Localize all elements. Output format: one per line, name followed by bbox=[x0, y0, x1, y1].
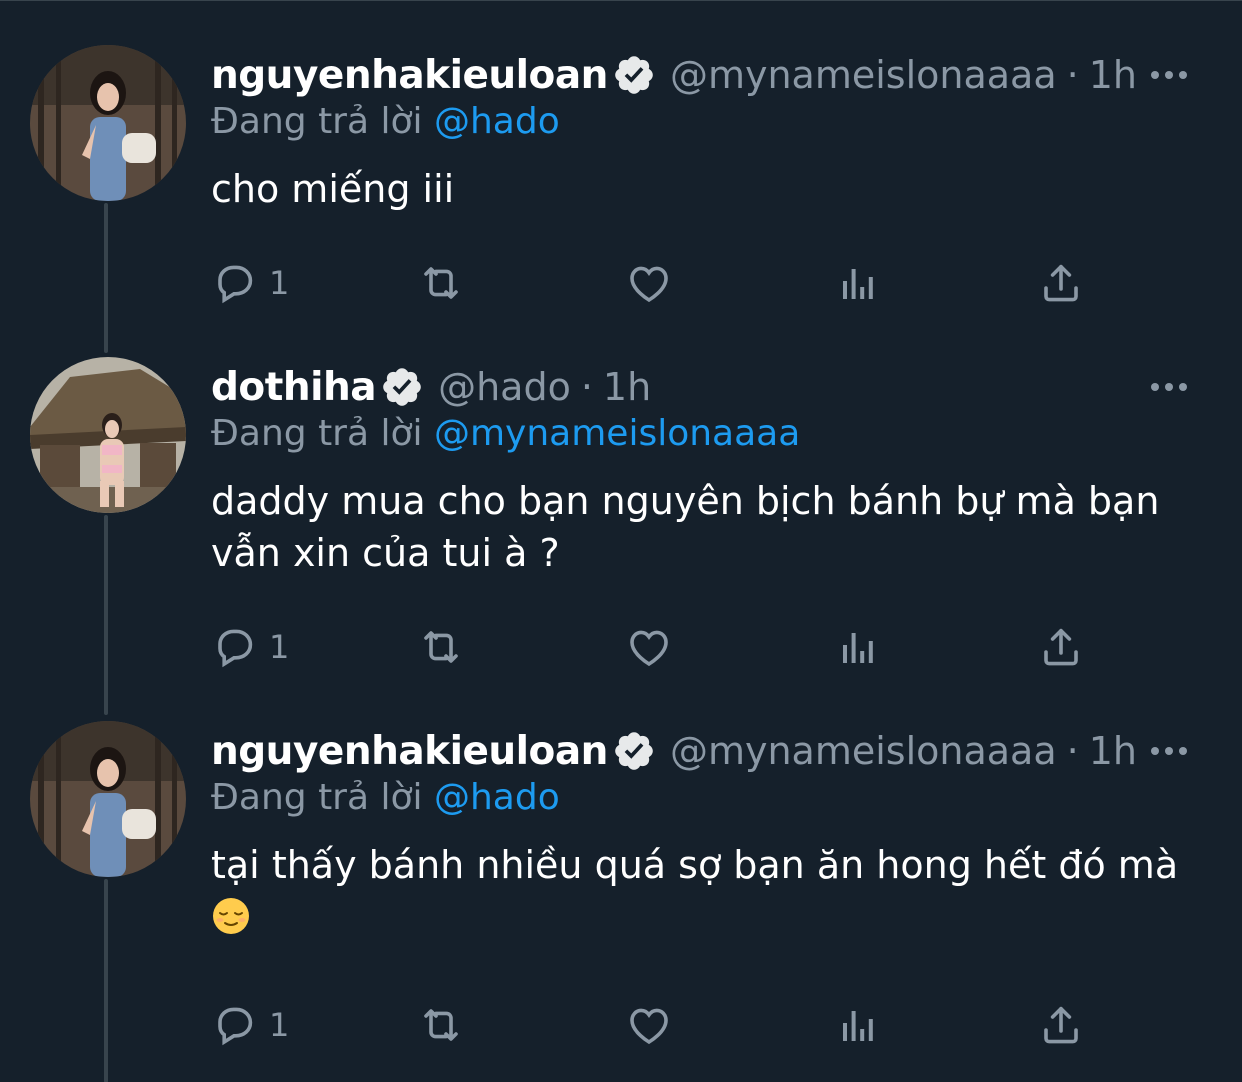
avatar[interactable] bbox=[30, 721, 186, 877]
retweet-icon bbox=[417, 623, 465, 671]
tweet-body: dothiha @hado · 1h Đang trả lời @mynamei… bbox=[211, 355, 1211, 579]
retweet-icon bbox=[417, 259, 465, 307]
reply-count: 1 bbox=[269, 264, 290, 302]
views-icon bbox=[833, 259, 881, 307]
retweet-button[interactable] bbox=[417, 617, 465, 677]
more-icon[interactable] bbox=[1147, 733, 1191, 769]
like-button[interactable] bbox=[625, 617, 673, 677]
display-name[interactable]: nguyenhakieuloan bbox=[211, 729, 608, 774]
user-handle[interactable]: @mynameislonaaaa bbox=[670, 729, 1057, 773]
share-icon bbox=[1037, 623, 1085, 671]
reply-icon bbox=[211, 1001, 259, 1049]
tweet-text: daddy mua cho bạn nguyên bịch bánh bự mà… bbox=[211, 475, 1211, 579]
more-icon[interactable] bbox=[1147, 369, 1191, 405]
tweet-actions: 1 bbox=[211, 617, 1091, 677]
tweet-text-line: cho miếng iii bbox=[211, 167, 455, 211]
retweet-button[interactable] bbox=[417, 995, 465, 1055]
views-icon bbox=[833, 1001, 881, 1049]
views-button[interactable] bbox=[833, 617, 881, 677]
reply-button[interactable]: 1 bbox=[211, 995, 289, 1055]
replying-to-label: Đang trả lời bbox=[211, 101, 423, 142]
thread-connector-line bbox=[104, 515, 108, 715]
tweet-body: nguyenhakieuloan @mynameislonaaaa · 1h Đ… bbox=[211, 719, 1211, 943]
timestamp[interactable]: 1h bbox=[1089, 729, 1137, 773]
thread-connector-line bbox=[104, 879, 108, 1082]
like-icon bbox=[625, 623, 673, 671]
tweet-text: tại thấy bánh nhiều quá sợ bạn ăn hong h… bbox=[211, 839, 1211, 943]
reply-button[interactable]: 1 bbox=[211, 617, 289, 677]
share-button[interactable] bbox=[1037, 617, 1085, 677]
like-button[interactable] bbox=[625, 995, 673, 1055]
share-icon bbox=[1037, 1001, 1085, 1049]
views-icon bbox=[833, 623, 881, 671]
share-button[interactable] bbox=[1037, 995, 1085, 1055]
tweet-body: nguyenhakieuloan @mynameislonaaaa · 1h Đ… bbox=[211, 43, 1211, 215]
tweet-actions: 1 bbox=[211, 995, 1091, 1055]
tweet-actions: 1 bbox=[211, 253, 1091, 313]
separator-dot: · bbox=[1066, 729, 1079, 773]
user-handle[interactable]: @mynameislonaaaa bbox=[670, 53, 1057, 97]
replying-to-link[interactable]: @hado bbox=[434, 777, 560, 818]
views-button[interactable] bbox=[833, 995, 881, 1055]
separator-dot: · bbox=[580, 365, 593, 409]
retweet-icon bbox=[417, 1001, 465, 1049]
avatar[interactable] bbox=[30, 357, 186, 513]
replying-to-label: Đang trả lời bbox=[211, 777, 423, 818]
relieved-face-emoji-icon bbox=[211, 896, 251, 936]
like-button[interactable] bbox=[625, 253, 673, 313]
tweet-text-line: tại thấy bánh nhiều quá sợ bạn ăn hong h… bbox=[211, 843, 1179, 887]
like-icon bbox=[625, 259, 673, 307]
verified-badge-icon bbox=[612, 729, 656, 773]
share-button[interactable] bbox=[1037, 253, 1085, 313]
reply-count: 1 bbox=[269, 628, 290, 666]
thread-connector-line bbox=[104, 203, 108, 353]
more-icon[interactable] bbox=[1147, 57, 1191, 93]
timestamp[interactable]: 1h bbox=[1089, 53, 1137, 97]
separator-dot: · bbox=[1066, 53, 1079, 97]
reply-thread: nguyenhakieuloan @mynameislonaaaa · 1h Đ… bbox=[0, 0, 1242, 1082]
tweet-text-line: daddy mua cho bạn nguyên bịch bánh bự mà… bbox=[211, 479, 1160, 523]
verified-badge-icon bbox=[612, 53, 656, 97]
verified-badge-icon bbox=[380, 365, 424, 409]
views-button[interactable] bbox=[833, 253, 881, 313]
avatar[interactable] bbox=[30, 45, 186, 201]
replying-to-link[interactable]: @mynameislonaaaa bbox=[434, 413, 800, 454]
replying-to: Đang trả lời @mynameislonaaaa bbox=[211, 409, 1211, 459]
replying-to-link[interactable]: @hado bbox=[434, 101, 560, 142]
replying-to: Đang trả lời @hado bbox=[211, 773, 1211, 823]
retweet-button[interactable] bbox=[417, 253, 465, 313]
reply-icon bbox=[211, 259, 259, 307]
tweet-text-line: vẫn xin của tui à ? bbox=[211, 531, 560, 575]
display-name[interactable]: dothiha bbox=[211, 365, 377, 410]
replying-to-label: Đang trả lời bbox=[211, 413, 423, 454]
replying-to: Đang trả lời @hado bbox=[211, 97, 1211, 147]
reply-button[interactable]: 1 bbox=[211, 253, 289, 313]
tweet-emoji-line bbox=[211, 891, 1211, 943]
display-name[interactable]: nguyenhakieuloan bbox=[211, 53, 608, 98]
timestamp[interactable]: 1h bbox=[603, 365, 651, 409]
like-icon bbox=[625, 1001, 673, 1049]
share-icon bbox=[1037, 259, 1085, 307]
user-handle[interactable]: @hado bbox=[438, 365, 571, 409]
tweet-text: cho miếng iii bbox=[211, 163, 1211, 215]
reply-count: 1 bbox=[269, 1006, 290, 1044]
reply-icon bbox=[211, 623, 259, 671]
